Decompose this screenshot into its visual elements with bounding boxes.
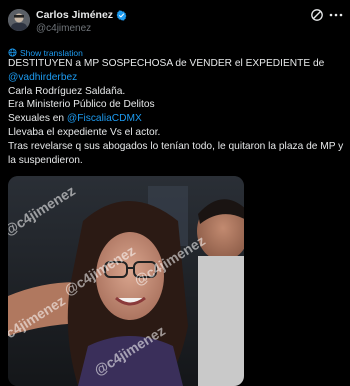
tweet-line-agency-prefix: Sexuales en bbox=[8, 113, 67, 125]
author-handle[interactable]: @c4jimenez bbox=[36, 23, 91, 34]
tweet-text: DESTITUYEN a MP SOSPECHOSA de VENDER el … bbox=[8, 57, 346, 167]
photo-image: @c4jimenez @c4jimenez @c4jimenez @c4jime… bbox=[8, 176, 244, 386]
tweet-line-agency: Sexuales en @FiscaliaCDMX bbox=[8, 112, 346, 126]
author-display-name[interactable]: Carlos Jiménez bbox=[36, 9, 113, 21]
author-avatar[interactable] bbox=[8, 9, 30, 31]
more-icon[interactable] bbox=[328, 8, 344, 22]
tweet-line-headline: DESTITUYEN a MP SOSPECHOSA de VENDER el … bbox=[8, 58, 325, 69]
post: Carlos Jiménez @c4jimenez Show translati… bbox=[0, 0, 350, 386]
author-name-row: Carlos Jiménez bbox=[36, 9, 127, 21]
mention-vadhirderbez[interactable]: @vadhirderbez bbox=[8, 71, 346, 85]
tweet-line-case: Llevaba el expediente Vs el actor. bbox=[8, 126, 161, 138]
verified-badge-icon bbox=[116, 9, 127, 21]
tweet-line-name: Carla Rodríguez Saldaña. bbox=[8, 85, 126, 97]
mention-fiscaliacdmx[interactable]: @FiscaliaCDMX bbox=[67, 113, 142, 124]
avatar-image bbox=[8, 9, 30, 31]
tweet-line-outcome: Tras revelarse q sus abogados lo tenían … bbox=[8, 140, 344, 166]
grok-icon[interactable] bbox=[310, 8, 324, 22]
tweet-line-role: Era Ministerio Público de Delitos bbox=[8, 99, 155, 111]
tweet-photo[interactable]: @c4jimenez @c4jimenez @c4jimenez @c4jime… bbox=[8, 176, 244, 386]
